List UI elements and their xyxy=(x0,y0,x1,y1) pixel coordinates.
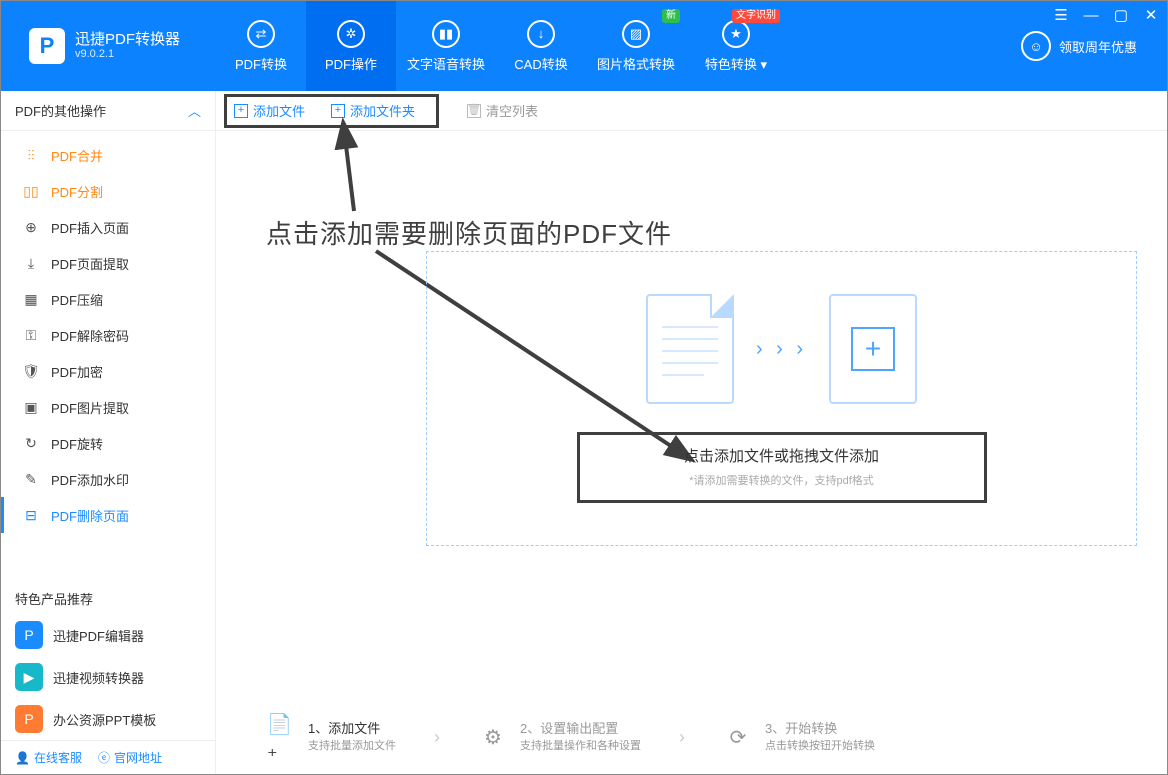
drop-title: 点击添加文件或拖拽文件添加 xyxy=(684,445,879,466)
badge-new: 新 xyxy=(662,9,680,23)
sidebar-item-insert[interactable]: ⊕PDF插入页面 xyxy=(1,209,215,245)
minimize-button[interactable]: — xyxy=(1083,7,1099,23)
recommend-ppt[interactable]: P办公资源PPT模板 xyxy=(1,698,215,740)
nav-special[interactable]: ★特色转换 ▾文字识别 xyxy=(686,1,786,91)
body: PDF的其他操作 ︿ ⫶⫶PDF合并 ▯▯PDF分割 ⊕PDF插入页面 ⤓PDF… xyxy=(1,91,1167,774)
extract-icon: ⤓ xyxy=(23,255,39,271)
chevron-right-icon: › xyxy=(434,727,440,748)
step-add-icon: 📄₊ xyxy=(266,722,296,752)
sidebar-item-merge[interactable]: ⫶⫶PDF合并 xyxy=(1,137,215,173)
globe-icon: ⓔ xyxy=(98,749,110,766)
app-title: 迅捷PDF转换器 xyxy=(75,32,180,49)
sidebar-item-watermark[interactable]: ✎PDF添加水印 xyxy=(1,461,215,497)
compress-icon: ▦ xyxy=(23,291,39,307)
image-icon: ▨ xyxy=(622,20,650,48)
support-icon: 👤 xyxy=(15,751,30,765)
app-window: P 迅捷PDF转换器 v9.0.2.1 ⇄PDF转换 ✲PDF操作 ▮▮文字语音… xyxy=(0,0,1168,775)
add-document-icon: + xyxy=(829,294,917,404)
nav-cad[interactable]: ↓CAD转换 xyxy=(496,1,586,91)
support-link[interactable]: 👤在线客服 xyxy=(15,749,82,766)
step-convert-icon: ⟳ xyxy=(723,722,753,752)
recommend-header: 特色产品推荐 xyxy=(1,579,215,614)
video-icon: ▶ xyxy=(15,663,43,691)
document-icon xyxy=(646,294,734,404)
watermark-icon: ✎ xyxy=(23,471,39,487)
sidebar-item-delete-page[interactable]: ⊟PDF删除页面 xyxy=(1,497,215,533)
nav-pdf-operate[interactable]: ✲PDF操作 xyxy=(306,1,396,91)
drop-illustration: › › › + xyxy=(646,294,917,404)
drop-subtitle: *请添加需要转换的文件，支持pdf格式 xyxy=(689,472,874,488)
insert-icon: ⊕ xyxy=(23,219,39,235)
photo-icon: ▣ xyxy=(23,399,39,415)
annotation-text: 点击添加需要删除页面的PDF文件 xyxy=(266,214,672,251)
menu-icon[interactable]: ☰ xyxy=(1053,7,1069,23)
recommend-pdf-editor[interactable]: P迅捷PDF编辑器 xyxy=(1,614,215,656)
drop-text-box: 点击添加文件或拖拽文件添加 *请添加需要转换的文件，支持pdf格式 xyxy=(577,432,987,503)
delete-icon: ⊟ xyxy=(23,507,39,523)
sidebar-item-split[interactable]: ▯▯PDF分割 xyxy=(1,173,215,209)
star-icon: ★ xyxy=(722,20,750,48)
app-version: v9.0.2.1 xyxy=(75,48,180,60)
rotate-icon: ↻ xyxy=(23,435,39,451)
sidebar-footer: 👤在线客服 ⓔ官网地址 xyxy=(1,740,215,774)
nav-tabs: ⇄PDF转换 ✲PDF操作 ▮▮文字语音转换 ↓CAD转换 ▨图片格式转换新 ★… xyxy=(216,1,786,91)
merge-icon: ⫶⫶ xyxy=(23,147,39,163)
app-logo-icon: P xyxy=(29,28,65,64)
sidebar-item-compress[interactable]: ▦PDF压缩 xyxy=(1,281,215,317)
site-link[interactable]: ⓔ官网地址 xyxy=(98,749,162,766)
brand: P 迅捷PDF转换器 v9.0.2.1 xyxy=(1,1,216,91)
sidebar-menu: ⫶⫶PDF合并 ▯▯PDF分割 ⊕PDF插入页面 ⤓PDF页面提取 ▦PDF压缩… xyxy=(1,131,215,533)
audio-icon: ▮▮ xyxy=(432,20,460,48)
user-icon: ☺ xyxy=(1021,31,1051,61)
trash-icon: 🗑 xyxy=(467,104,481,118)
chevron-right-icon: › xyxy=(679,727,685,748)
sidebar-header[interactable]: PDF的其他操作 ︿ xyxy=(1,91,215,131)
cad-icon: ↓ xyxy=(527,20,555,48)
sidebar-item-rotate[interactable]: ↻PDF旋转 xyxy=(1,425,215,461)
nav-text-voice[interactable]: ▮▮文字语音转换 xyxy=(396,1,496,91)
chevron-up-icon: ︿ xyxy=(188,101,201,120)
steps-bar: 📄₊ 1、添加文件支持批量添加文件 › ⚙ 2、设置输出配置支持批量操作和各种设… xyxy=(266,720,1137,754)
arrow-dots-icon: › › › xyxy=(756,338,807,361)
maximize-button[interactable]: ▢ xyxy=(1113,7,1129,23)
unlock-icon: ⚿ xyxy=(23,327,39,343)
convert-icon: ⇄ xyxy=(247,20,275,48)
close-button[interactable]: ✕ xyxy=(1143,7,1159,23)
window-controls: ☰ — ▢ ✕ xyxy=(1053,7,1159,23)
annotation-box-toolbar xyxy=(224,94,439,128)
ppt-icon: P xyxy=(15,705,43,733)
step-2: ⚙ 2、设置输出配置支持批量操作和各种设置 xyxy=(478,720,641,754)
step-1: 📄₊ 1、添加文件支持批量添加文件 xyxy=(266,720,396,754)
sidebar-item-lock[interactable]: 🛡PDF加密 xyxy=(1,353,215,389)
main-area: +添加文件 +添加文件夹 🗑清空列表 点击添加需要删除页面的PDF文件 xyxy=(216,91,1167,774)
recommend-video[interactable]: ▶迅捷视频转换器 xyxy=(1,656,215,698)
nav-image[interactable]: ▨图片格式转换新 xyxy=(586,1,686,91)
clear-list-button[interactable]: 🗑清空列表 xyxy=(457,97,548,125)
pdf-editor-icon: P xyxy=(15,621,43,649)
gear-icon: ✲ xyxy=(337,20,365,48)
sidebar-item-img-extract[interactable]: ▣PDF图片提取 xyxy=(1,389,215,425)
step-3: ⟳ 3、开始转换点击转换按钮开始转换 xyxy=(723,720,875,754)
sidebar-item-unlock[interactable]: ⚿PDF解除密码 xyxy=(1,317,215,353)
sidebar-item-extract[interactable]: ⤓PDF页面提取 xyxy=(1,245,215,281)
split-icon: ▯▯ xyxy=(23,183,39,199)
nav-pdf-convert[interactable]: ⇄PDF转换 xyxy=(216,1,306,91)
badge-ocr: 文字识别 xyxy=(732,9,780,23)
drop-zone[interactable]: › › › + 点击添加文件或拖拽文件添加 *请添加需要转换的文件，支持pdf格… xyxy=(426,251,1137,546)
step-settings-icon: ⚙ xyxy=(478,722,508,752)
sidebar: PDF的其他操作 ︿ ⫶⫶PDF合并 ▯▯PDF分割 ⊕PDF插入页面 ⤓PDF… xyxy=(1,91,216,774)
lock-icon: 🛡 xyxy=(23,363,39,379)
header: P 迅捷PDF转换器 v9.0.2.1 ⇄PDF转换 ✲PDF操作 ▮▮文字语音… xyxy=(1,1,1167,91)
